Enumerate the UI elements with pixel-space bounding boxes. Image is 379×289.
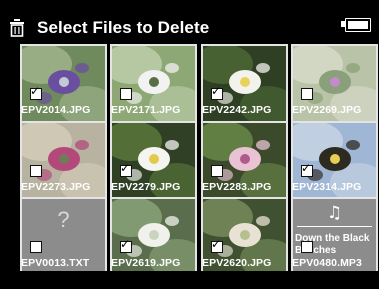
file-tile[interactable]: EPV2273.JPG xyxy=(20,121,107,202)
file-name: EPV2620.JPG xyxy=(202,257,272,269)
file-name: EPV2283.JPG xyxy=(202,181,272,193)
file-name: EPV2273.JPG xyxy=(21,181,91,193)
checkmark-icon: ✓ xyxy=(30,84,41,98)
select-checkbox[interactable]: ✓ xyxy=(30,84,42,100)
select-checkbox[interactable]: ✓ xyxy=(120,237,132,253)
file-tile[interactable]: EPV2171.JPG xyxy=(110,44,197,125)
file-tile[interactable]: ✓ EPV2242.JPG xyxy=(201,44,288,125)
file-tile[interactable]: EPV2283.JPG xyxy=(201,121,288,202)
file-tile[interactable]: ? EPV0013.TXT xyxy=(20,197,107,278)
select-checkbox[interactable] xyxy=(30,165,42,177)
file-tile[interactable]: ✓ EPV2619.JPG xyxy=(110,197,197,278)
select-checkbox[interactable] xyxy=(120,88,132,100)
checkmark-icon: ✓ xyxy=(301,161,312,175)
bottom-bar xyxy=(0,271,379,289)
select-checkbox[interactable]: ✓ xyxy=(211,84,223,100)
music-note-icon: ♫ xyxy=(326,203,343,223)
file-name: EPV0013.TXT xyxy=(21,257,90,269)
select-checkbox[interactable]: ✓ xyxy=(211,237,223,253)
unknown-file-icon: ? xyxy=(57,207,70,232)
checkmark-icon: ✓ xyxy=(120,161,131,175)
file-name: EPV2619.JPG xyxy=(111,257,181,269)
select-checkbox[interactable]: ✓ xyxy=(120,161,132,177)
checkmark-icon: ✓ xyxy=(211,84,222,98)
divider xyxy=(297,226,372,227)
select-checkbox[interactable] xyxy=(211,165,223,177)
checkmark-icon: ✓ xyxy=(120,237,131,251)
file-tile[interactable]: EPV2269.JPG xyxy=(291,44,378,125)
select-checkbox[interactable] xyxy=(30,241,42,253)
file-name: EPV2242.JPG xyxy=(202,104,272,116)
page-title: Select Files to Delete xyxy=(37,18,210,37)
header-bar: Select Files to Delete xyxy=(0,0,379,38)
file-tile[interactable]: ✓ EPV2620.JPG xyxy=(201,197,288,278)
file-name: EPV2279.JPG xyxy=(111,181,181,193)
file-name: EPV2314.JPG xyxy=(292,181,362,193)
file-name: EPV2269.JPG xyxy=(292,104,362,116)
select-checkbox[interactable]: ✓ xyxy=(301,161,313,177)
file-tile[interactable]: ♫ Down the Black Beaches EPV0480.MP3 xyxy=(291,197,378,278)
file-tile[interactable]: ✓ EPV2279.JPG xyxy=(110,121,197,202)
file-name: EPV0480.MP3 xyxy=(292,257,362,269)
select-checkbox[interactable] xyxy=(301,241,313,253)
file-tile[interactable]: ✓ EPV2014.JPG xyxy=(20,44,107,125)
checkmark-icon: ✓ xyxy=(211,237,222,251)
battery-icon xyxy=(341,18,371,32)
file-delete-screen: Select Files to Delete ✓ EPV2014.JPG EPV21… xyxy=(0,0,379,289)
file-name: EPV2171.JPG xyxy=(111,104,181,116)
trash-icon xyxy=(10,19,24,37)
file-tile[interactable]: ✓ EPV2314.JPG xyxy=(291,121,378,202)
select-checkbox[interactable] xyxy=(301,88,313,100)
file-name: EPV2014.JPG xyxy=(21,104,91,116)
